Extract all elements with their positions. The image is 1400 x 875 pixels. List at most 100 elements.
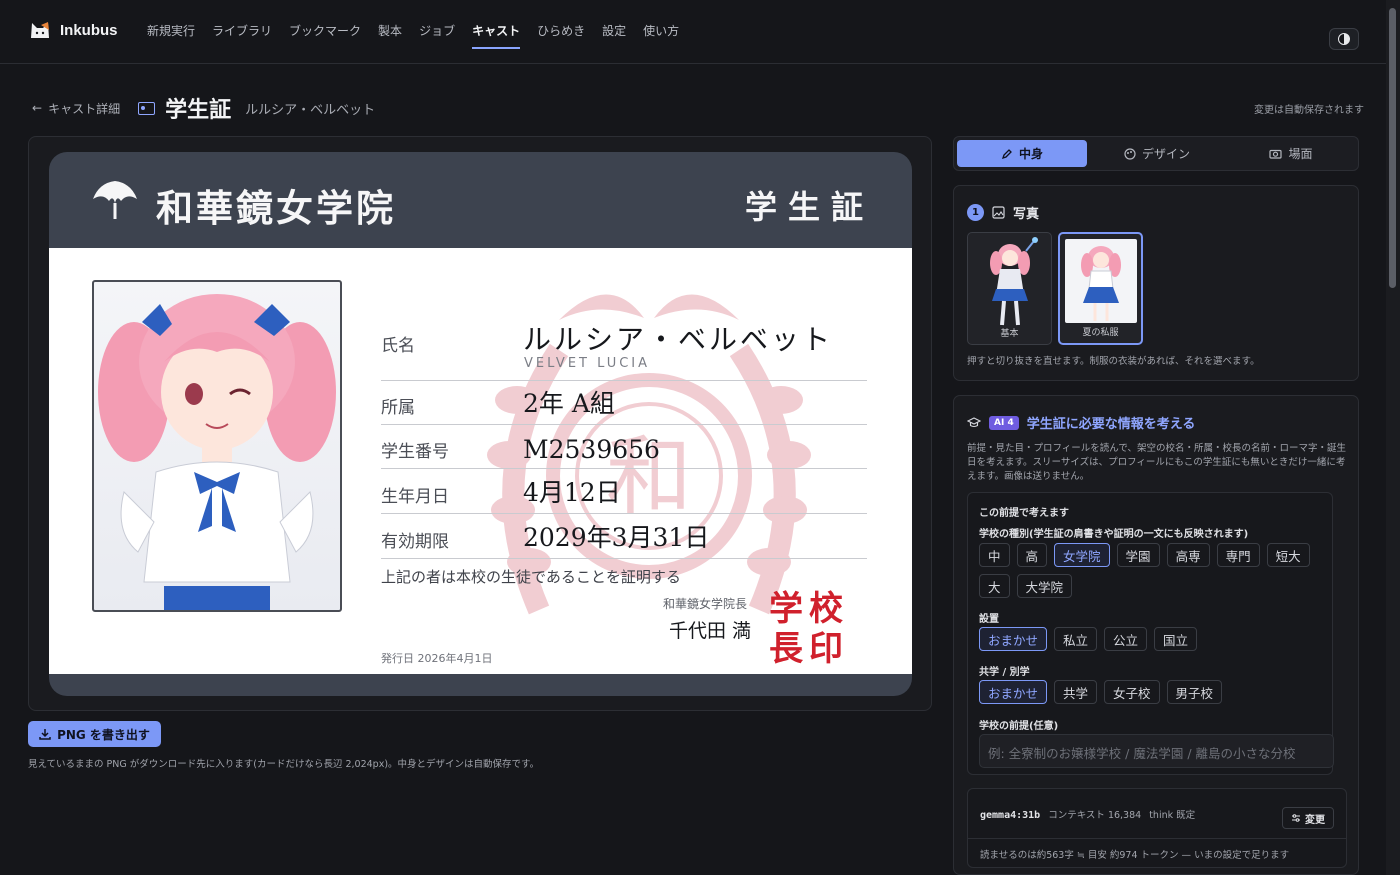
establishment-option[interactable]: 私立 xyxy=(1054,627,1098,651)
premise-input-label: 学校の前提(任意) xyxy=(979,721,1059,732)
top-bar: Inkubus 新規実行 ライブラリ ブックマーク 製本 ジョブ キャスト ひら… xyxy=(0,0,1386,64)
row-birthday-value: 4月12日 xyxy=(523,478,621,507)
export-png-button[interactable]: PNG を書き出す xyxy=(28,721,161,747)
coed-options: おまかせ 共学 女子校 男子校 xyxy=(979,680,1329,704)
school-type-option-selected[interactable]: 女学院 xyxy=(1054,543,1110,567)
palette-icon xyxy=(1124,147,1136,160)
establishment-option[interactable]: 公立 xyxy=(1104,627,1148,651)
tab-design[interactable]: デザイン xyxy=(1092,140,1222,167)
tab-content[interactable]: 中身 xyxy=(957,140,1087,167)
app-name: Inkubus xyxy=(60,21,118,39)
character-photo xyxy=(92,280,342,612)
issue-date: 発行日 2026年4月1日 xyxy=(381,652,493,665)
principal-name: 千代田 満 xyxy=(669,620,752,642)
card-body: 和 氏名 ルルシア・ベルベット VELVET LUCIA 所属 2年 A組 学生… xyxy=(49,248,912,674)
nav-bookmarks[interactable]: ブックマーク xyxy=(289,22,361,49)
school-type-option[interactable]: 大 xyxy=(979,574,1010,598)
nav-jobs[interactable]: ジョブ xyxy=(419,22,455,49)
coed-option-selected[interactable]: おまかせ xyxy=(979,680,1048,704)
principal-title: 和華鏡女学院長 xyxy=(663,597,748,611)
change-model-button[interactable]: 変更 xyxy=(1282,807,1334,829)
row-birthday: 生年月日 4月12日 xyxy=(381,469,867,514)
model-context: コンテキスト 16,384 xyxy=(1048,810,1142,821)
row-expiry: 有効期限 2029年3月31日 xyxy=(381,514,867,559)
photo-panel-label: 写真 xyxy=(1013,207,1040,222)
nav-ideas[interactable]: ひらめき xyxy=(537,22,585,49)
premise-input[interactable]: 例: 全寮制のお嬢様学校 / 魔法学園 / 離島の小さな分校 xyxy=(979,734,1334,768)
card-header: 和華鏡女学院 学生証 xyxy=(49,152,912,248)
arrow-left-icon: ← xyxy=(32,101,43,115)
row-student-number: 学生番号 M2539656 xyxy=(381,425,867,469)
theme-toggle-button[interactable] xyxy=(1329,28,1359,50)
back-link[interactable]: ← キャスト詳細 xyxy=(32,100,120,117)
nav-settings[interactable]: 設定 xyxy=(602,22,626,49)
school-type-option[interactable]: 高専 xyxy=(1166,543,1210,567)
row-birthday-label: 生年月日 xyxy=(381,487,449,507)
school-type-option[interactable]: 高 xyxy=(1016,543,1048,567)
student-id-card: 和華鏡女学院 学生証 和 氏名 ルルシア・ベルベット VELVET LUCIA … xyxy=(49,152,912,696)
model-divider xyxy=(968,838,1346,839)
certification-text: 上記の者は本校の生徒であることを証明する xyxy=(381,568,681,586)
card-type: 学生証 xyxy=(745,188,875,226)
svg-text:校: 校 xyxy=(809,589,843,629)
row-student-number-value: M2539656 xyxy=(523,435,660,464)
token-estimate: 読ませるのは約563字 ≒ 目安 約974 トークン — いまの設定で足ります xyxy=(980,850,1290,861)
step-number: 1 xyxy=(967,204,984,221)
change-model-label: 変更 xyxy=(1305,814,1325,826)
download-icon xyxy=(39,729,51,740)
school-type-option[interactable]: 学園 xyxy=(1116,543,1160,567)
photo-panel-title: 1 写真 xyxy=(967,203,1039,222)
school-type-option[interactable]: 大学院 xyxy=(1016,574,1073,598)
export-png-label: PNG を書き出す xyxy=(57,727,150,742)
contrast-icon xyxy=(1338,33,1350,45)
establishment-option[interactable]: 国立 xyxy=(1154,627,1198,651)
scrollbar-thumb[interactable] xyxy=(1389,8,1396,288)
nav-cast[interactable]: キャスト xyxy=(472,22,521,49)
tab-scene[interactable]: 場面 xyxy=(1226,140,1356,167)
sliders-icon xyxy=(1292,814,1300,822)
back-link-label: キャスト詳細 xyxy=(48,101,121,116)
svg-text:長: 長 xyxy=(769,629,804,666)
establishment-option-selected[interactable]: おまかせ xyxy=(979,627,1048,651)
photo-panel: 1 写真 基本 夏の私服 押すと切り抜きを直せます。制服の衣装があれば、それを選… xyxy=(953,185,1359,381)
character-illustration xyxy=(98,294,336,610)
svg-text:学: 学 xyxy=(769,589,803,629)
main-nav: 新規実行 ライブラリ ブックマーク 製本 ジョブ キャスト ひらめき 設定 使い… xyxy=(147,22,679,49)
photo-thumb-summer[interactable]: 夏の私服 xyxy=(1058,232,1143,345)
tab-scene-label: 場面 xyxy=(1288,147,1313,161)
school-type-option[interactable]: 短大 xyxy=(1266,543,1310,567)
app-logo[interactable]: Inkubus xyxy=(28,18,118,42)
model-info: gemma4:31b コンテキスト 16,384 think 既定 xyxy=(980,807,1195,821)
photo-thumb-basic[interactable]: 基本 xyxy=(967,232,1052,345)
autosave-note: 変更は自動保存されます xyxy=(1254,105,1364,116)
thumb-summer-frame xyxy=(1065,239,1137,323)
page-title: 学生証 xyxy=(165,98,232,123)
premise-heading: この前提で考えます xyxy=(979,508,1069,519)
thumb-basic-image xyxy=(990,237,1038,326)
model-name: gemma4:31b xyxy=(980,810,1041,821)
row-affiliation-value: 2年 A組 xyxy=(523,389,615,418)
nav-new-run[interactable]: 新規実行 xyxy=(147,22,195,49)
page-scrollbar[interactable] xyxy=(1386,0,1400,875)
school-type-option[interactable]: 中 xyxy=(979,543,1010,567)
coed-label: 共学 / 別学 xyxy=(979,667,1030,678)
nav-library[interactable]: ライブラリ xyxy=(212,22,272,49)
coed-option[interactable]: 男子校 xyxy=(1166,680,1223,704)
camera-icon xyxy=(1269,149,1283,159)
model-settings: gemma4:31b コンテキスト 16,384 think 既定 変更 読ませ… xyxy=(967,788,1347,868)
row-expiry-label: 有効期限 xyxy=(381,532,449,552)
nav-help[interactable]: 使い方 xyxy=(643,22,679,49)
row-affiliation: 所属 2年 A組 xyxy=(381,381,867,425)
school-name: 和華鏡女学院 xyxy=(156,186,396,230)
coed-option[interactable]: 女子校 xyxy=(1104,680,1160,704)
ai-description: 前提・見た目・プロフィールを読んで、架空の校名・所属・校長の名前・ローマ字・誕生… xyxy=(967,443,1346,482)
breadcrumb: ← キャスト詳細 学生証 ルルシア・ベルベット xyxy=(32,92,375,124)
nav-binding[interactable]: 製本 xyxy=(378,22,402,49)
card-footer-band xyxy=(49,674,912,696)
row-affiliation-label: 所属 xyxy=(381,398,415,418)
school-type-option[interactable]: 専門 xyxy=(1216,543,1260,567)
card-preview-frame: 和華鏡女学院 学生証 和 氏名 ルルシア・ベルベット VELVET LUCIA … xyxy=(28,136,932,711)
row-expiry-value: 2029年3月31日 xyxy=(523,523,710,552)
coed-option[interactable]: 共学 xyxy=(1054,680,1098,704)
ai-panel-label[interactable]: 学生証に必要な情報を考える xyxy=(1027,413,1196,432)
